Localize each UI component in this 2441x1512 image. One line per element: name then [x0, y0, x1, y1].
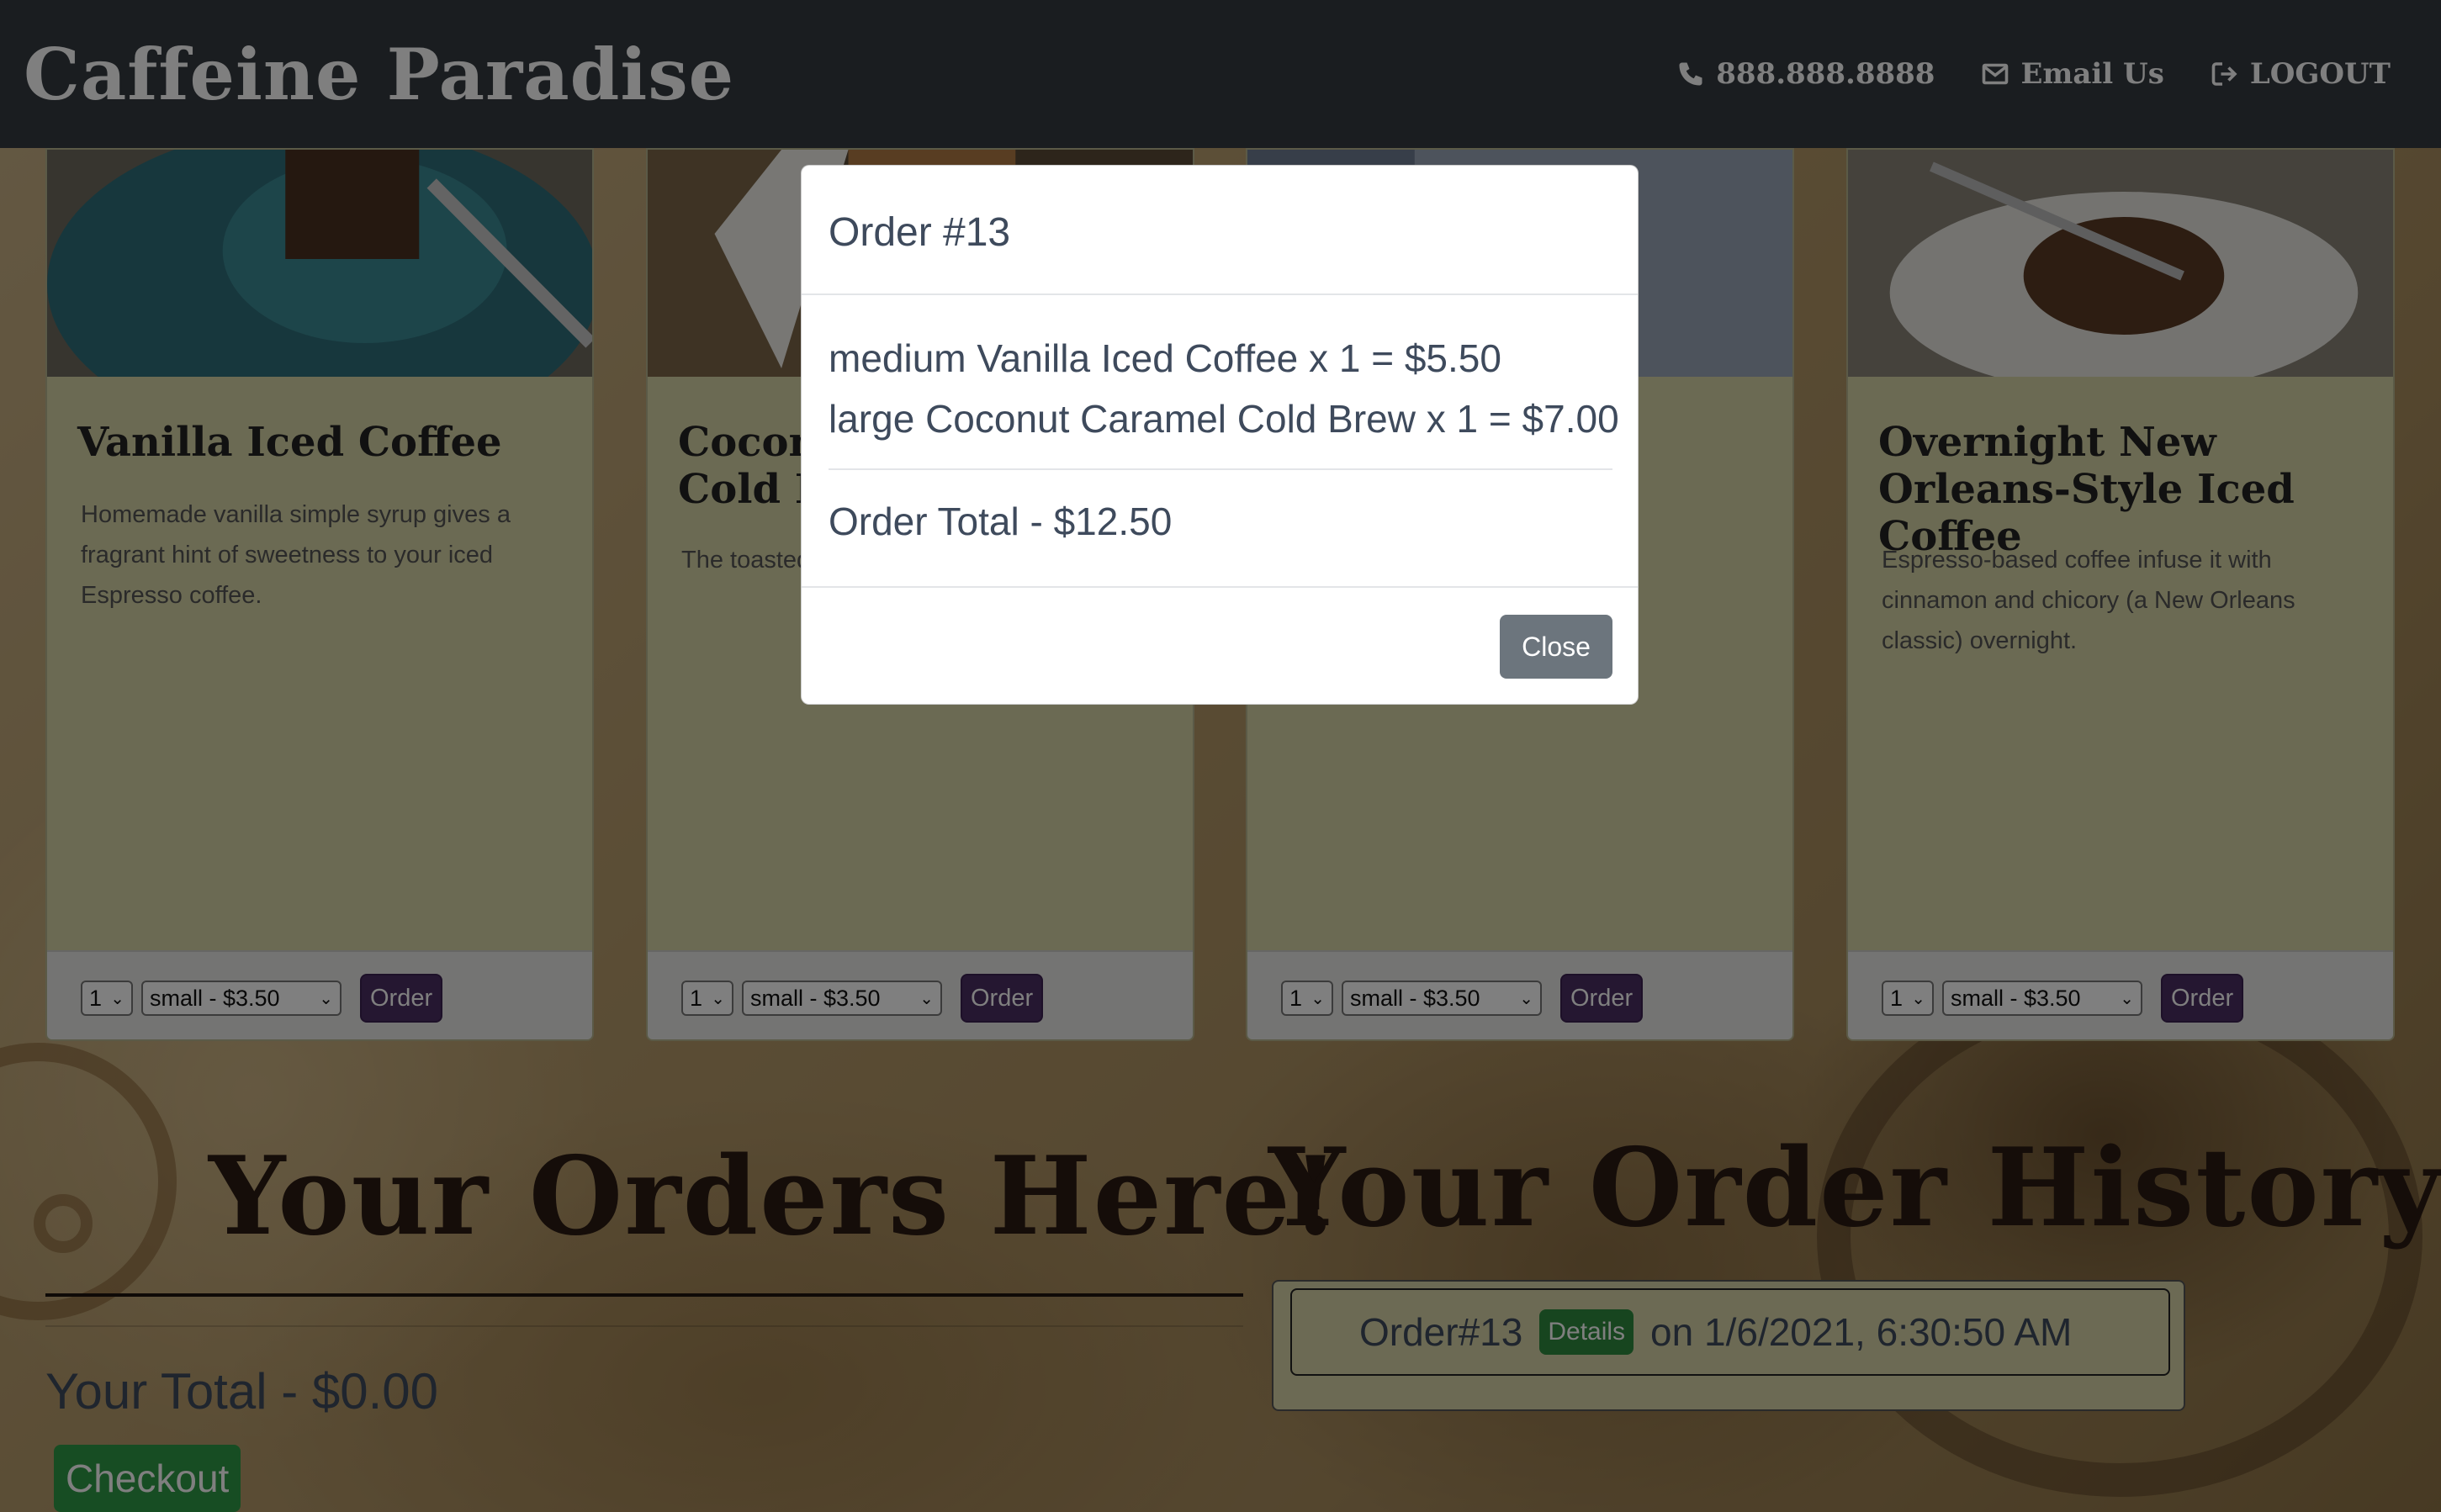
divider — [829, 468, 1612, 470]
order-details-modal: Order #13 medium Vanilla Iced Coffee x 1… — [801, 165, 1639, 705]
order-total: Order Total - $12.50 — [829, 500, 1173, 543]
close-button[interactable]: Close — [1500, 615, 1612, 679]
modal-header: Order #13 — [802, 166, 1638, 295]
modal-title: Order #13 — [829, 210, 1011, 255]
order-line-item: medium Vanilla Iced Coffee x 1 = $5.50 — [829, 336, 1501, 380]
order-line-item: large Coconut Caramel Cold Brew x 1 = $7… — [829, 397, 1619, 441]
divider — [802, 586, 1638, 588]
